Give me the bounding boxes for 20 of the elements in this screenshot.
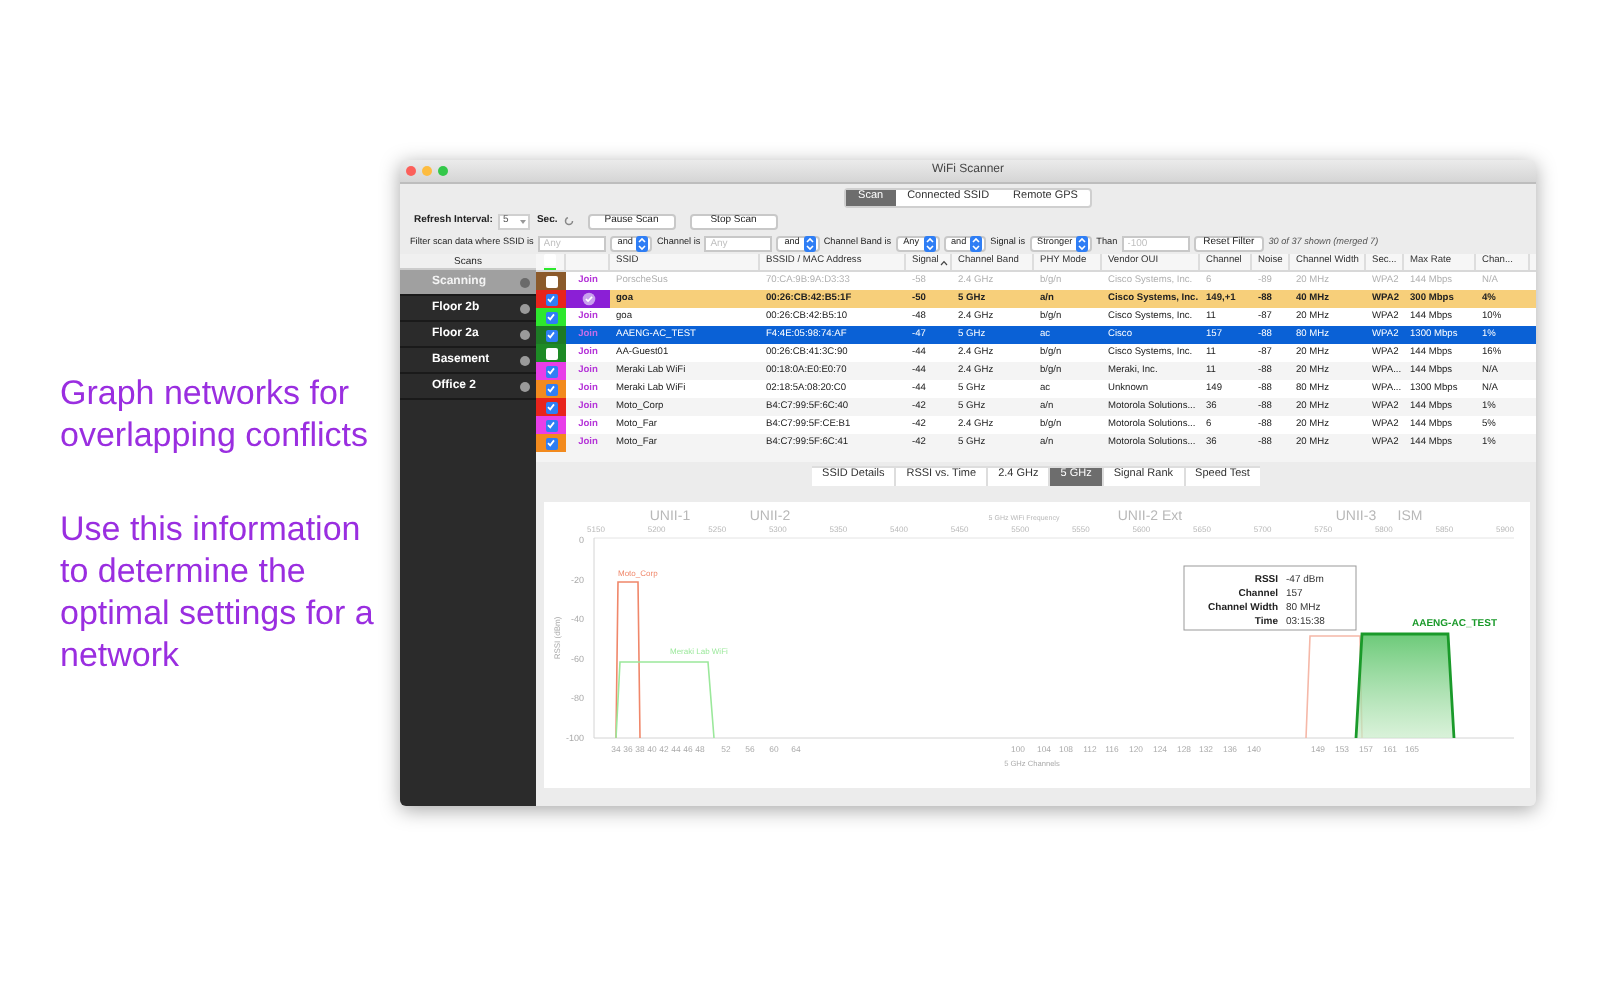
connected-icon — [581, 292, 595, 306]
promo-text: Use this information to determine the optimal settings for a network — [60, 508, 376, 676]
sort-up-icon[interactable] — [940, 259, 948, 265]
checkbox[interactable] — [545, 383, 557, 395]
close-button[interactable] — [406, 166, 416, 176]
checkbox[interactable] — [545, 419, 557, 431]
remove-icon[interactable] — [520, 303, 530, 313]
spinner-icon — [563, 216, 574, 226]
checkbox[interactable] — [545, 311, 557, 323]
checkbox[interactable] — [544, 254, 556, 267]
promo-text: Graph networks for overlapping conflicts — [60, 372, 371, 456]
checkbox[interactable] — [545, 401, 557, 413]
remove-icon[interactable] — [520, 355, 530, 365]
checkbox[interactable] — [545, 365, 557, 377]
checkbox[interactable] — [545, 437, 557, 449]
remove-icon[interactable] — [520, 329, 530, 339]
checkbox[interactable] — [545, 347, 557, 359]
checkbox[interactable] — [545, 293, 557, 305]
checkbox[interactable] — [545, 329, 557, 341]
remove-icon[interactable] — [520, 381, 530, 391]
